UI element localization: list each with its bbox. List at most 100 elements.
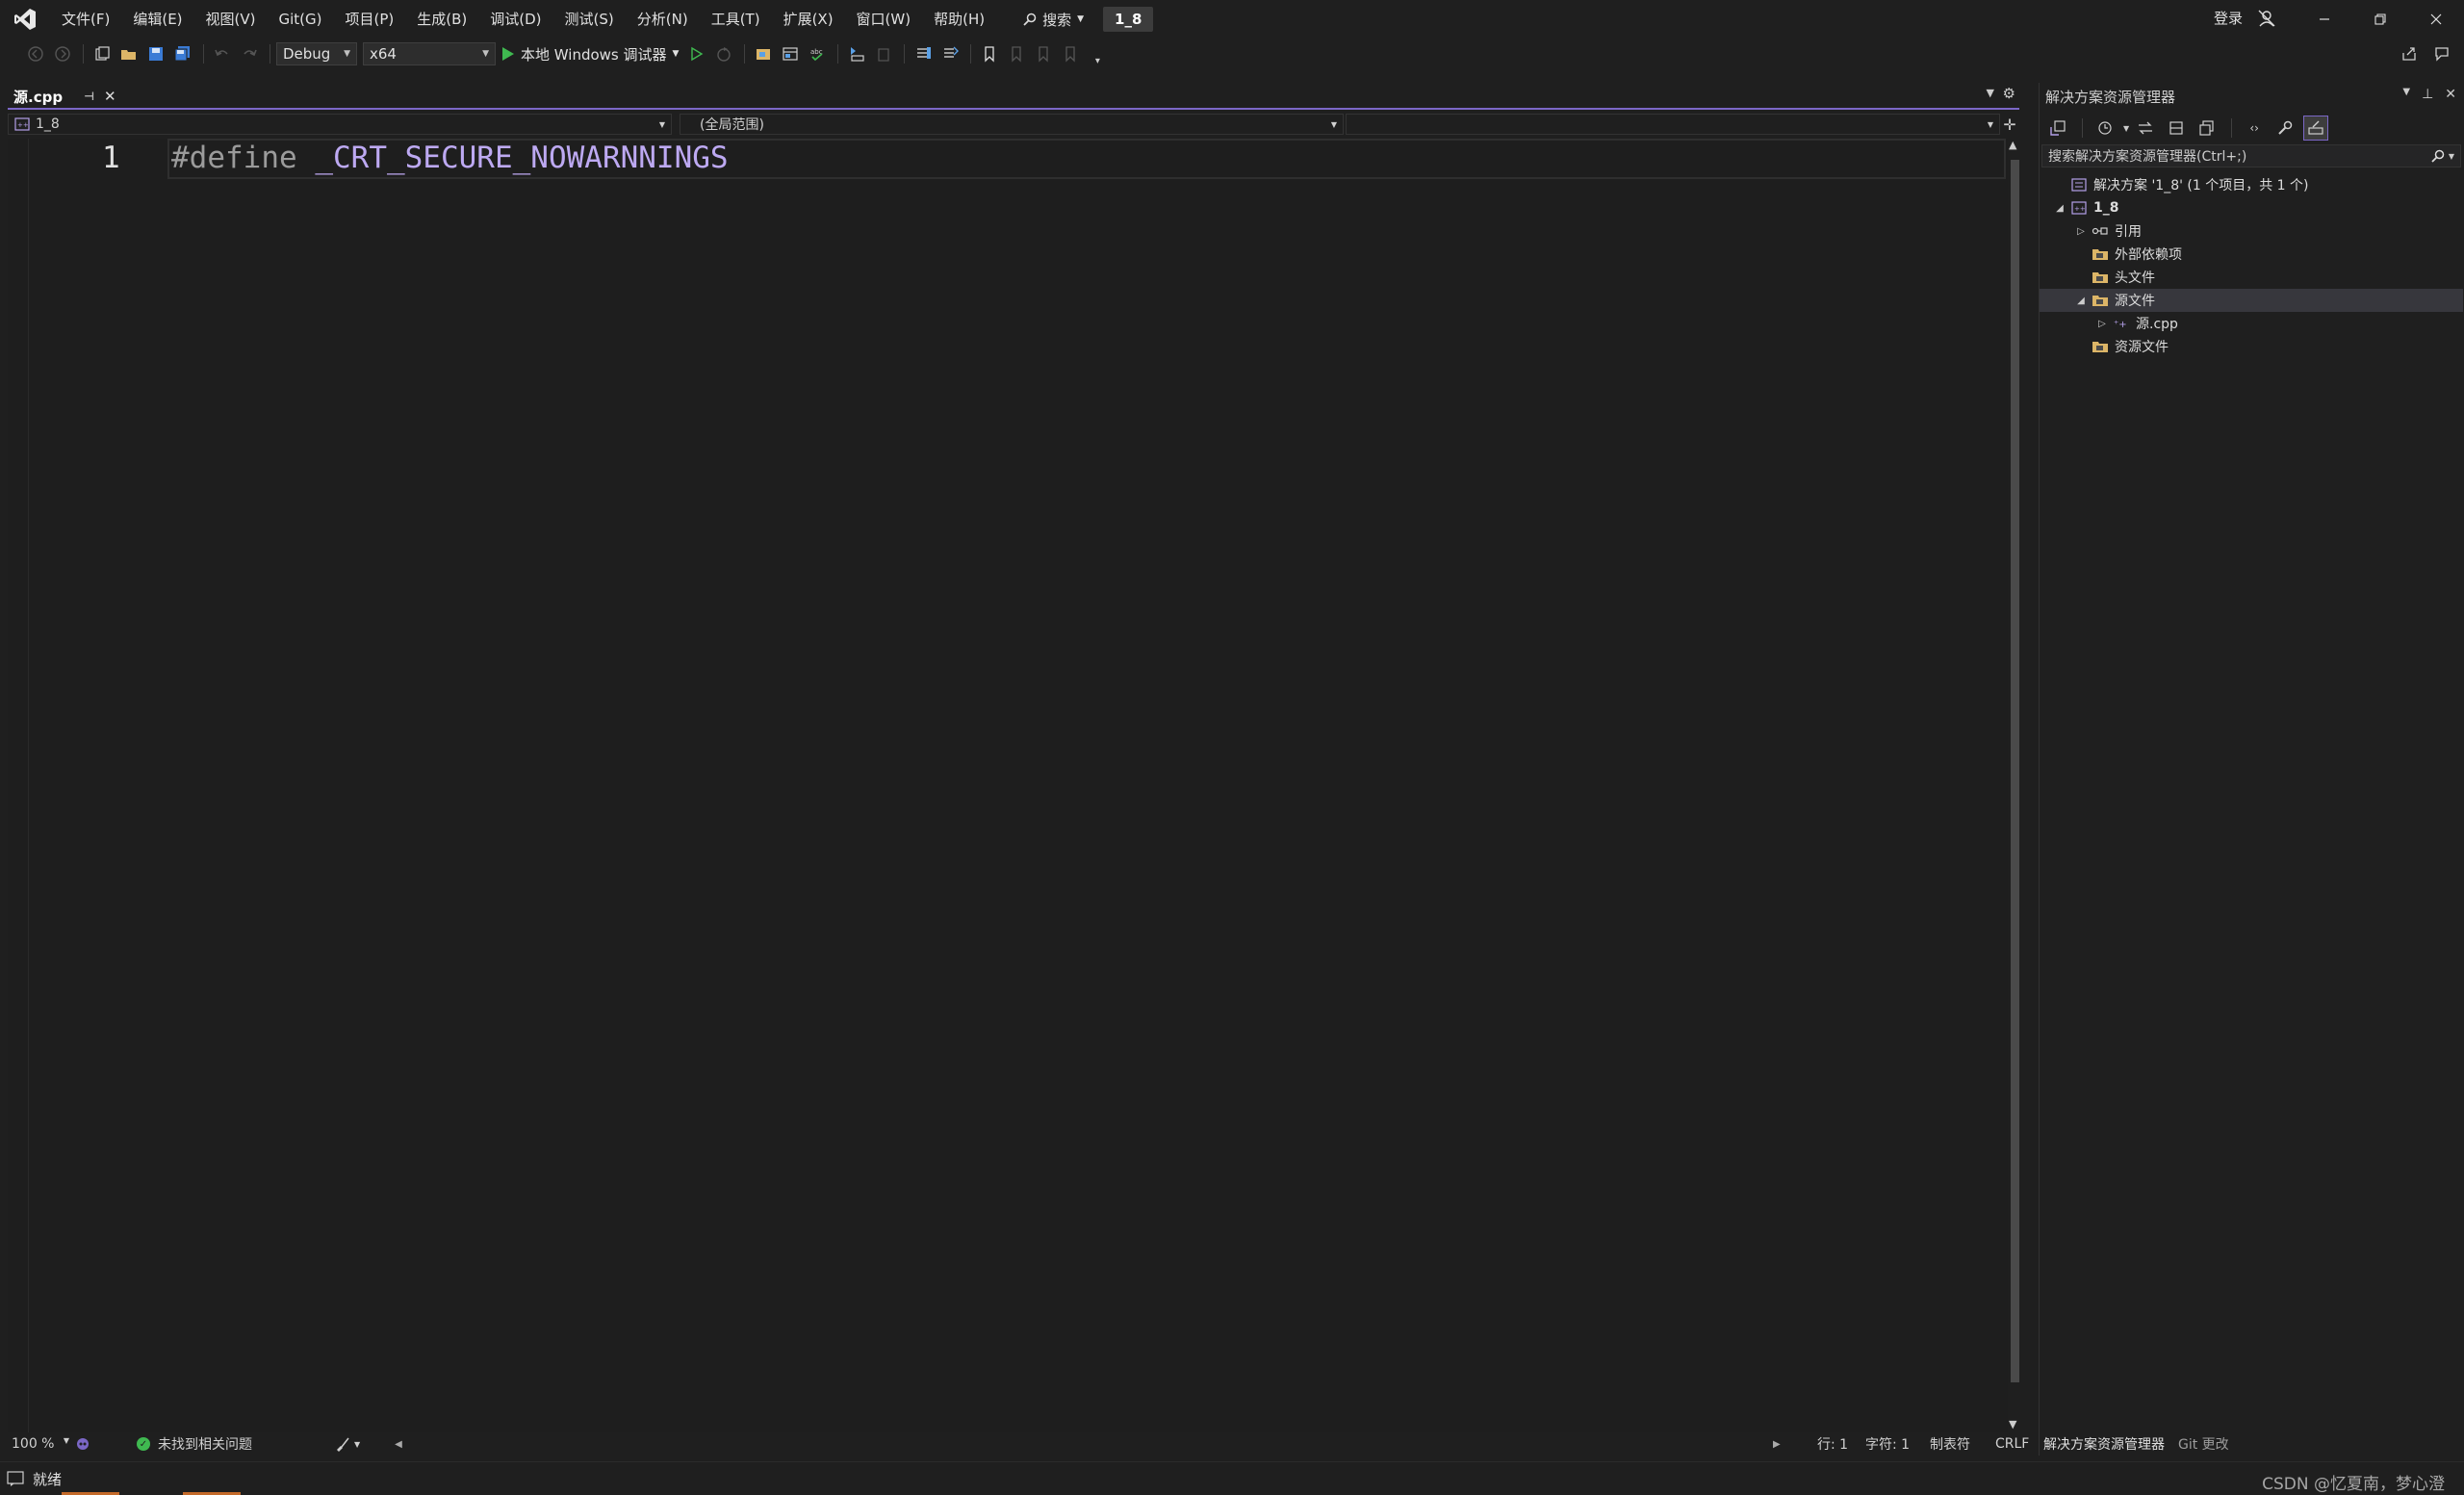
tab-list-dropdown-icon[interactable]: ▼ — [1987, 87, 1994, 99]
menu-analyze[interactable]: 分析(N) — [626, 0, 700, 39]
layout-icon[interactable] — [778, 41, 803, 66]
code-editor[interactable]: 1 #define _CRT_SECURE_NOWARNNINGS — [8, 139, 2008, 1432]
member-dropdown[interactable]: ▼ — [1346, 114, 2000, 135]
previous-bookmark-icon[interactable] — [1004, 41, 1029, 66]
expanded-arrow-icon[interactable]: ◢ — [2053, 203, 2066, 214]
menu-tools[interactable]: 工具(T) — [700, 0, 772, 39]
scroll-up-icon[interactable]: ▲ — [2009, 139, 2016, 151]
comment-lines-icon[interactable] — [911, 41, 936, 66]
properties-wrench-icon[interactable] — [2272, 116, 2297, 141]
tree-node-source-cpp[interactable]: ▷ ⁺+ 源.cpp — [2040, 312, 2463, 335]
navigate-back-icon[interactable] — [23, 41, 48, 66]
feedback-icon[interactable] — [2256, 8, 2277, 29]
project-dropdown[interactable]: ++ 1_8 ▼ — [8, 114, 672, 135]
solution-configurations-icon[interactable] — [751, 41, 776, 66]
scope-dropdown[interactable]: (全局范围) ▼ — [680, 114, 1344, 135]
platform-select[interactable]: x64 ▼ — [363, 42, 496, 65]
code-cleanup-button[interactable]: ▼ — [335, 1436, 360, 1452]
chevron-down-icon[interactable]: ▼ — [2123, 124, 2129, 133]
view-code-icon[interactable]: ‹› — [2242, 116, 2267, 141]
gear-icon[interactable]: ⚙ — [2003, 85, 2015, 102]
uncomment-lines-icon[interactable] — [937, 41, 962, 66]
tree-node-project[interactable]: ◢ ++ 1_8 — [2040, 196, 2463, 219]
tree-node-header-files[interactable]: 头文件 — [2040, 266, 2463, 289]
collapsed-arrow-icon[interactable]: ▷ — [2074, 226, 2088, 237]
undo-icon[interactable] — [210, 41, 235, 66]
next-bookmark-icon[interactable] — [1031, 41, 1056, 66]
open-file-icon[interactable] — [116, 41, 141, 66]
tab-solution-explorer[interactable]: 解决方案资源管理器 — [2043, 1434, 2165, 1454]
menu-git[interactable]: Git(G) — [268, 0, 334, 39]
tree-node-external-deps[interactable]: 外部依赖项 — [2040, 243, 2463, 266]
menu-view[interactable]: 视图(V) — [194, 0, 268, 39]
configuration-select[interactable]: Debug ▼ — [276, 42, 357, 65]
start-without-debugging-icon[interactable] — [684, 41, 709, 66]
pin-icon[interactable]: ⊥ — [2422, 87, 2433, 102]
menu-test[interactable]: 测试(S) — [553, 0, 626, 39]
navigate-forward-icon[interactable] — [50, 41, 75, 66]
vertical-scrollbar[interactable]: ▲ ▼ — [2008, 139, 2021, 1432]
sync-with-document-icon[interactable] — [2133, 116, 2158, 141]
expanded-arrow-icon[interactable]: ◢ — [2074, 296, 2088, 306]
refresh-icon[interactable] — [2164, 116, 2189, 141]
indicator-margin[interactable] — [8, 139, 29, 1432]
tree-node-source-files[interactable]: ◢ 源文件 — [2040, 289, 2463, 312]
toolbar-overflow-icon[interactable]: ▾ — [1085, 41, 1110, 66]
panel-menu-icon[interactable]: ▼ — [2402, 87, 2410, 102]
scroll-right-icon[interactable]: ▶ — [1773, 1439, 1781, 1450]
menu-project[interactable]: 项目(P) — [334, 0, 406, 39]
restore-button[interactable] — [2352, 0, 2408, 39]
preview-selected-items-icon[interactable] — [2303, 116, 2329, 141]
close-window-button[interactable] — [2408, 0, 2464, 39]
redo-icon[interactable] — [237, 41, 262, 66]
save-all-icon[interactable] — [170, 41, 195, 66]
sign-in-button[interactable]: 登录 — [2214, 8, 2243, 28]
close-icon[interactable]: ✕ — [2445, 87, 2456, 102]
menu-build[interactable]: 生成(B) — [405, 0, 478, 39]
search-icon[interactable]: ▼ — [2431, 149, 2454, 163]
menu-help[interactable]: 帮助(H) — [922, 0, 996, 39]
collapsed-arrow-icon[interactable]: ▷ — [2095, 319, 2109, 329]
solution-search-input[interactable]: 搜索解决方案资源管理器(Ctrl+;) ▼ — [2041, 144, 2461, 168]
global-search-button[interactable]: 搜索 ▼ — [1014, 6, 1093, 33]
save-icon[interactable] — [143, 41, 168, 66]
zoom-dropdown[interactable]: 100 % ▼ — [8, 1436, 69, 1452]
tree-node-solution[interactable]: 解决方案 '1_8' (1 个项目，共 1 个) — [2040, 173, 2463, 196]
start-debugging-button[interactable]: 本地 Windows 调试器 ▼ — [501, 44, 679, 64]
hot-reload-icon[interactable] — [711, 41, 736, 66]
output-window-icon[interactable] — [6, 1470, 25, 1487]
spell-check-icon[interactable]: abc — [805, 41, 830, 66]
bookmark-icon[interactable] — [977, 41, 1002, 66]
char-indicator[interactable]: 字符: 1 — [1865, 1434, 1910, 1454]
pin-icon[interactable]: ⊣ — [84, 90, 94, 103]
tree-node-references[interactable]: ▷ 引用 — [2040, 219, 2463, 243]
tab-source-cpp[interactable]: 源.cpp ⊣ ✕ — [8, 85, 116, 108]
scroll-left-icon[interactable]: ◀ — [395, 1439, 402, 1450]
scrollbar-thumb[interactable] — [2011, 160, 2019, 1382]
switch-views-icon[interactable] — [2045, 116, 2070, 141]
collapse-all-icon[interactable] — [2194, 116, 2220, 141]
copilot-icon[interactable] — [75, 1436, 90, 1452]
live-share-icon[interactable] — [2397, 41, 2422, 66]
tab-git-changes[interactable]: Git 更改 — [2178, 1434, 2229, 1454]
feedback-pin-icon[interactable] — [2429, 41, 2454, 66]
issues-indicator[interactable]: ✓ 未找到相关问题 — [137, 1434, 252, 1454]
line-indicator[interactable]: 行: 1 — [1817, 1434, 1848, 1454]
menu-debug[interactable]: 调试(D) — [478, 0, 552, 39]
clear-bookmarks-icon[interactable] — [1058, 41, 1083, 66]
minimize-button[interactable] — [2297, 0, 2352, 39]
indent-mode-indicator[interactable]: 制表符 — [1930, 1434, 1970, 1454]
scroll-down-icon[interactable]: ▼ — [2009, 1418, 2016, 1431]
pending-changes-filter-icon[interactable] — [2092, 116, 2118, 141]
disabled-tool-icon[interactable] — [871, 41, 896, 66]
breakpoint-step-icon[interactable] — [844, 41, 869, 66]
tree-node-resource-files[interactable]: 资源文件 — [2040, 335, 2463, 358]
menu-file[interactable]: 文件(F) — [50, 0, 121, 39]
new-project-icon[interactable] — [90, 41, 115, 66]
line-ending-indicator[interactable]: CRLF — [1995, 1436, 2029, 1452]
menu-edit[interactable]: 编辑(E) — [121, 0, 193, 39]
code-line[interactable]: #define _CRT_SECURE_NOWARNNINGS — [171, 141, 729, 175]
split-editor-icon[interactable]: ✛ — [2000, 116, 2019, 134]
close-tab-icon[interactable]: ✕ — [104, 88, 116, 105]
menu-extensions[interactable]: 扩展(X) — [772, 0, 845, 39]
